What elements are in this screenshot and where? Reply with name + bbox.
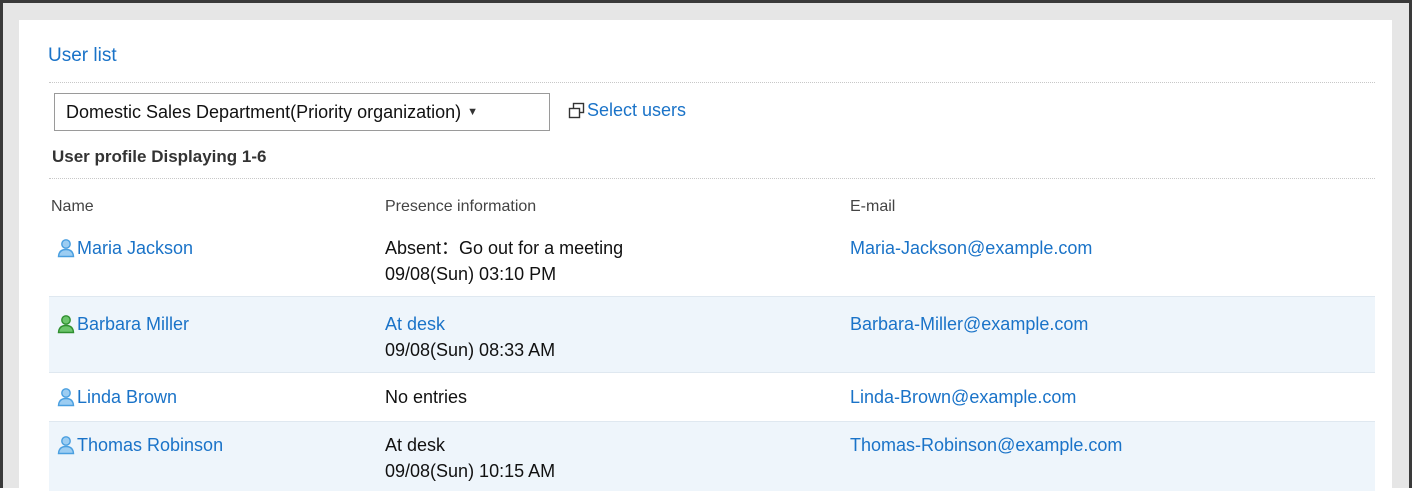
- table-row: Maria Jackson Absent：Go out for a meetin…: [49, 227, 1375, 296]
- presence-status-link[interactable]: At desk: [385, 311, 555, 337]
- column-header-email: E-mail: [850, 198, 896, 215]
- user-icon: [57, 315, 75, 334]
- email-link[interactable]: Linda-Brown@example.com: [850, 384, 1076, 410]
- user-name-link[interactable]: Barbara Miller: [56, 311, 189, 337]
- user-name: Thomas Robinson: [77, 435, 224, 455]
- user-name-link[interactable]: Maria Jackson: [56, 235, 193, 261]
- select-users-label: Select users: [587, 100, 687, 120]
- email-link[interactable]: Maria-Jackson@example.com: [850, 235, 1092, 261]
- divider: [49, 178, 1375, 179]
- email-link[interactable]: Barbara-Miller@example.com: [850, 311, 1088, 337]
- presence-cell: Absent：Go out for a meeting 09/08(Sun) 0…: [385, 235, 623, 287]
- user-name-link[interactable]: Thomas Robinson: [56, 432, 223, 458]
- window-frame: User list Domestic Sales Department(Prio…: [0, 0, 1412, 491]
- organization-select-value: Domestic Sales Department(Priority organ…: [66, 101, 462, 122]
- presence-time: 09/08(Sun) 08:33 AM: [385, 340, 556, 360]
- user-icon: [57, 388, 75, 407]
- presence-cell: At desk 09/08(Sun) 10:15 AM: [385, 432, 555, 484]
- presence-time: 09/08(Sun) 10:15 AM: [385, 461, 556, 481]
- user-icon: [57, 436, 75, 455]
- user-name: Linda Brown: [77, 387, 178, 407]
- presence-cell: No entries: [385, 384, 467, 410]
- table-row: Thomas Robinson At desk 09/08(Sun) 10:15…: [49, 421, 1375, 491]
- presence-time: 09/08(Sun) 03:10 PM: [385, 264, 557, 284]
- user-list-link[interactable]: User list: [48, 45, 117, 67]
- chevron-down-icon: ▼: [467, 106, 479, 118]
- organization-select[interactable]: Domestic Sales Department(Priority organ…: [54, 93, 550, 131]
- presence-cell: At desk 09/08(Sun) 08:33 AM: [385, 311, 555, 363]
- presence-status: Absent：Go out for a meeting: [385, 238, 624, 258]
- presence-status: At desk: [385, 435, 446, 455]
- page-subheading: User profile Displaying 1-6: [52, 147, 267, 166]
- select-users-button[interactable]: Select users: [568, 100, 686, 121]
- user-name: Barbara Miller: [77, 314, 190, 334]
- column-header-presence: Presence information: [385, 198, 537, 215]
- presence-status: No entries: [385, 387, 468, 407]
- divider: [49, 82, 1375, 83]
- user-icon: [57, 239, 75, 258]
- column-header-name: Name: [51, 198, 94, 215]
- user-list-panel: User list Domestic Sales Department(Prio…: [19, 20, 1392, 491]
- popup-window-icon: [568, 102, 585, 118]
- user-name-link[interactable]: Linda Brown: [56, 384, 177, 410]
- user-name: Maria Jackson: [77, 238, 194, 258]
- table-row: Barbara Miller At desk 09/08(Sun) 08:33 …: [49, 296, 1375, 372]
- table-row: Linda Brown No entries Linda-Brown@examp…: [49, 372, 1375, 421]
- email-link[interactable]: Thomas-Robinson@example.com: [850, 432, 1122, 458]
